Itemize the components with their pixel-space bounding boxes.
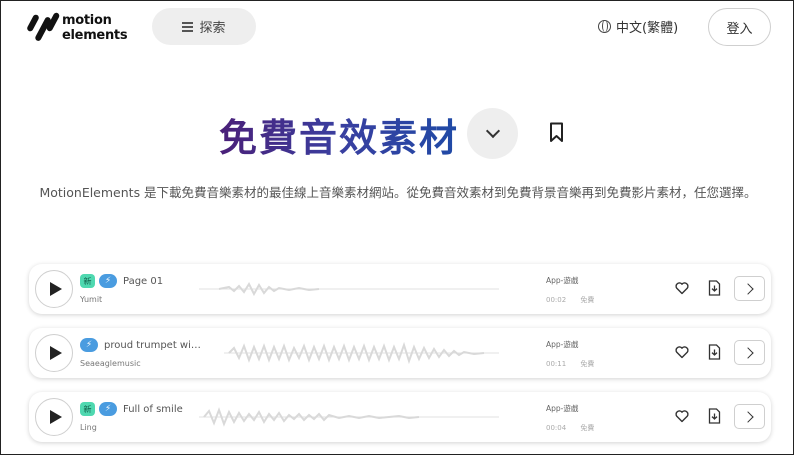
track-author[interactable]: Ling bbox=[80, 423, 97, 432]
chevron-right-icon bbox=[742, 282, 754, 295]
track-duration: 00:11 bbox=[546, 360, 567, 368]
download-icon[interactable] bbox=[708, 280, 721, 296]
track-author[interactable]: Yumit bbox=[80, 295, 102, 304]
explore-label: 探索 bbox=[199, 20, 226, 35]
heart-icon[interactable] bbox=[675, 281, 689, 295]
track-meta: 00:04 免費 bbox=[546, 423, 606, 433]
waveform[interactable] bbox=[199, 276, 499, 302]
bolt-icon: ⚡ bbox=[99, 402, 117, 416]
download-icon[interactable] bbox=[708, 408, 721, 424]
logo-line-2: elements bbox=[62, 28, 128, 43]
track-category: App‑遊戲 bbox=[546, 404, 579, 413]
menu-icon bbox=[182, 22, 194, 32]
track-badges: ⚡ proud trumpet wi… bbox=[80, 338, 201, 352]
track-category: App‑遊戲 bbox=[546, 276, 579, 285]
track-title[interactable]: proud trumpet wi… bbox=[104, 340, 201, 351]
track-title[interactable]: Full of smile bbox=[123, 404, 183, 415]
chevron-down-icon bbox=[485, 123, 500, 139]
chevron-right-icon bbox=[742, 410, 754, 423]
chevron-right-icon bbox=[742, 346, 754, 359]
play-icon bbox=[49, 346, 62, 360]
play-icon bbox=[49, 410, 62, 424]
page: motion elements 探索 中文(繁體) 登入 免費音效素材 Moti… bbox=[0, 0, 794, 455]
logo-line-1: motion bbox=[62, 13, 112, 28]
download-icon[interactable] bbox=[708, 344, 721, 360]
track-details-button[interactable] bbox=[734, 276, 765, 301]
bolt-icon: ⚡ bbox=[80, 338, 98, 352]
language-selector[interactable]: 中文(繁體) bbox=[598, 16, 678, 36]
login-button[interactable]: 登入 bbox=[708, 8, 771, 46]
globe-icon bbox=[598, 19, 611, 33]
logo-mark-icon bbox=[26, 11, 61, 44]
track-price: 免費 bbox=[580, 296, 595, 304]
new-badge: 新 bbox=[80, 402, 95, 416]
track-duration: 00:02 bbox=[546, 296, 567, 304]
track-price: 免費 bbox=[580, 424, 595, 432]
track-row[interactable]: ⚡ proud trumpet wi… Seaeaglemusic App‑遊戲… bbox=[29, 328, 771, 378]
waveform[interactable] bbox=[224, 340, 499, 366]
heart-icon[interactable] bbox=[675, 345, 689, 359]
track-category: App‑遊戲 bbox=[546, 340, 579, 349]
track-duration: 00:04 bbox=[546, 424, 567, 432]
logo-text: motion elements bbox=[62, 13, 128, 43]
play-button[interactable] bbox=[35, 398, 73, 436]
play-button[interactable] bbox=[35, 270, 73, 308]
play-button[interactable] bbox=[35, 334, 73, 372]
track-title[interactable]: Page 01 bbox=[123, 276, 163, 287]
track-row[interactable]: 新 ⚡ Page 01 Yumit App‑遊戲 00:02 免費 bbox=[29, 264, 771, 314]
track-meta: 00:02 免費 bbox=[546, 295, 606, 305]
bolt-icon: ⚡ bbox=[99, 274, 117, 288]
language-label: 中文(繁體) bbox=[616, 20, 679, 36]
bookmark-icon[interactable] bbox=[549, 122, 564, 143]
explore-button[interactable]: 探索 bbox=[152, 8, 256, 45]
track-details-button[interactable] bbox=[734, 404, 765, 429]
waveform[interactable] bbox=[199, 404, 499, 430]
track-author[interactable]: Seaeaglemusic bbox=[80, 359, 141, 368]
track-badges: 新 ⚡ Page 01 bbox=[80, 274, 163, 288]
track-details-button[interactable] bbox=[734, 340, 765, 365]
heart-icon[interactable] bbox=[675, 409, 689, 423]
track-price: 免費 bbox=[580, 360, 595, 368]
logo[interactable]: motion elements bbox=[26, 10, 128, 46]
play-icon bbox=[49, 282, 62, 296]
track-badges: 新 ⚡ Full of smile bbox=[80, 402, 183, 416]
title-dropdown-button[interactable] bbox=[467, 108, 518, 159]
track-meta: 00:11 免費 bbox=[546, 359, 606, 369]
new-badge: 新 bbox=[80, 274, 95, 288]
track-row[interactable]: 新 ⚡ Full of smile Ling App‑遊戲 00:04 免費 bbox=[29, 392, 771, 442]
page-title: 免費音效素材 bbox=[219, 107, 459, 162]
page-description: MotionElements 是下載免費音樂素材的最佳線上音樂素材網站。從免費音… bbox=[39, 185, 757, 200]
